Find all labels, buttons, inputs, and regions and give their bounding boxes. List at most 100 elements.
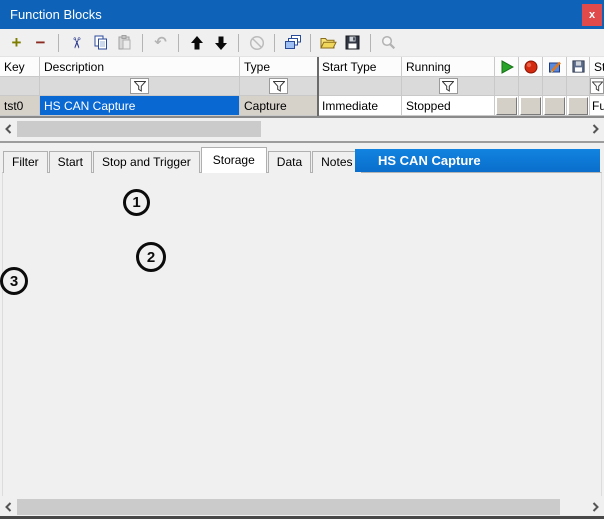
header-edit-column[interactable] [543, 57, 567, 77]
grid-filter-row [0, 77, 604, 96]
cascade-windows-button[interactable] [283, 33, 302, 53]
header-save-column[interactable] [567, 57, 590, 77]
toolbar-separator [274, 34, 275, 52]
filter-cell-description [40, 77, 240, 96]
header-type[interactable]: Type [240, 57, 318, 77]
open-folder-icon [320, 36, 337, 50]
selected-block-banner: HS CAN Capture [355, 149, 600, 172]
copy-icon [93, 35, 109, 50]
function-blocks-window: Function Blocks x + − ✂ ↶ [0, 0, 604, 519]
cut-icon: ✂ [67, 36, 85, 49]
arrow-down-icon [214, 36, 228, 50]
tab-start[interactable]: Start [49, 151, 92, 173]
filter-cell-type [240, 77, 318, 96]
scrollbar-thumb[interactable] [17, 499, 560, 515]
scrollbar-thumb[interactable] [17, 121, 261, 137]
row-start-type[interactable]: Immediate [318, 96, 402, 116]
undo-icon: ↶ [154, 35, 167, 50]
function-blocks-grid: Key Description Type Start Type Running [0, 57, 604, 118]
annotation-3: 3 [0, 267, 28, 295]
copy-button[interactable] [91, 33, 110, 53]
move-down-button[interactable] [211, 33, 230, 53]
tab-data[interactable]: Data [268, 151, 311, 173]
stop-icon [524, 60, 538, 74]
grid-header-row: Key Description Type Start Type Running [0, 57, 604, 77]
header-key[interactable]: Key [0, 57, 40, 77]
save-button[interactable] [343, 33, 362, 53]
header-running[interactable]: Running [402, 57, 495, 77]
row-stop-cell[interactable] [519, 96, 543, 116]
arrow-up-icon [190, 36, 204, 50]
filter-cell-start-type [318, 77, 402, 96]
row-key[interactable]: tst0 [0, 96, 40, 116]
funnel-icon [442, 81, 454, 92]
filter-button[interactable] [269, 78, 288, 94]
frozen-column-divider [317, 57, 319, 116]
toolbar-separator [142, 34, 143, 52]
toolbar-separator [310, 34, 311, 52]
chevron-left-icon [5, 502, 12, 512]
add-button[interactable]: + [7, 33, 26, 53]
filter-cell-st [590, 77, 604, 96]
cell-button[interactable] [568, 97, 588, 115]
edit-script-icon [548, 60, 562, 74]
paste-icon [117, 35, 132, 51]
row-st[interactable]: Fu [590, 96, 604, 116]
grid-data-row[interactable]: tst0 HS CAN Capture Capture Immediate St… [0, 96, 604, 116]
cut-button[interactable]: ✂ [67, 33, 86, 53]
scroll-left-button[interactable] [0, 120, 17, 138]
filter-cell-key [0, 77, 40, 96]
header-start-type[interactable]: Start Type [318, 57, 402, 77]
save-floppy-icon [345, 35, 360, 50]
paste-button [115, 33, 134, 53]
cell-button[interactable] [520, 97, 541, 115]
header-description[interactable]: Description [40, 57, 240, 77]
filter-button[interactable] [439, 78, 458, 94]
toolbar-separator [370, 34, 371, 52]
header-stop-column[interactable] [519, 57, 543, 77]
filter-button[interactable] [590, 78, 604, 94]
tab-bar: Filter Start Stop and Trigger Storage Da… [3, 147, 363, 173]
scroll-right-button[interactable] [587, 120, 604, 138]
row-play-cell[interactable] [495, 96, 519, 116]
scroll-right-button[interactable] [587, 498, 604, 516]
move-up-button[interactable] [187, 33, 206, 53]
add-icon: + [12, 34, 22, 51]
cell-button[interactable] [544, 97, 565, 115]
filter-button[interactable] [130, 78, 149, 94]
filter-cell [519, 77, 543, 96]
bottom-h-scrollbar [0, 498, 604, 516]
row-description-selected[interactable]: HS CAN Capture [40, 96, 240, 116]
tab-storage[interactable]: Storage [201, 147, 267, 173]
splitter[interactable] [0, 141, 604, 143]
header-play-column[interactable] [495, 57, 519, 77]
window-title: Function Blocks [10, 0, 102, 29]
row-running[interactable]: Stopped [402, 96, 495, 116]
toolbar-separator [178, 34, 179, 52]
row-save-cell[interactable] [567, 96, 590, 116]
row-edit-cell[interactable] [543, 96, 567, 116]
find-button [379, 33, 398, 53]
toolbar: + − ✂ ↶ [0, 29, 604, 57]
annotation-1: 1 [123, 189, 150, 216]
open-button[interactable] [319, 33, 338, 53]
magnifier-icon [381, 35, 396, 50]
remove-button[interactable]: − [31, 33, 50, 53]
row-type[interactable]: Capture [240, 96, 318, 116]
filter-cell [543, 77, 567, 96]
filter-cell [567, 77, 590, 96]
header-st[interactable]: St [590, 57, 604, 77]
scroll-left-button[interactable] [0, 498, 17, 516]
remove-icon: − [36, 34, 46, 51]
save-file-icon [572, 60, 585, 73]
tab-filter[interactable]: Filter [3, 151, 48, 173]
filter-cell [495, 77, 519, 96]
toolbar-separator [58, 34, 59, 52]
cell-button[interactable] [496, 97, 517, 115]
filter-cell-running [402, 77, 495, 96]
chevron-left-icon [5, 124, 12, 134]
close-icon: x [589, 9, 595, 21]
tab-stop-and-trigger[interactable]: Stop and Trigger [93, 151, 200, 173]
close-button[interactable]: x [582, 4, 602, 26]
undo-button: ↶ [151, 33, 170, 53]
